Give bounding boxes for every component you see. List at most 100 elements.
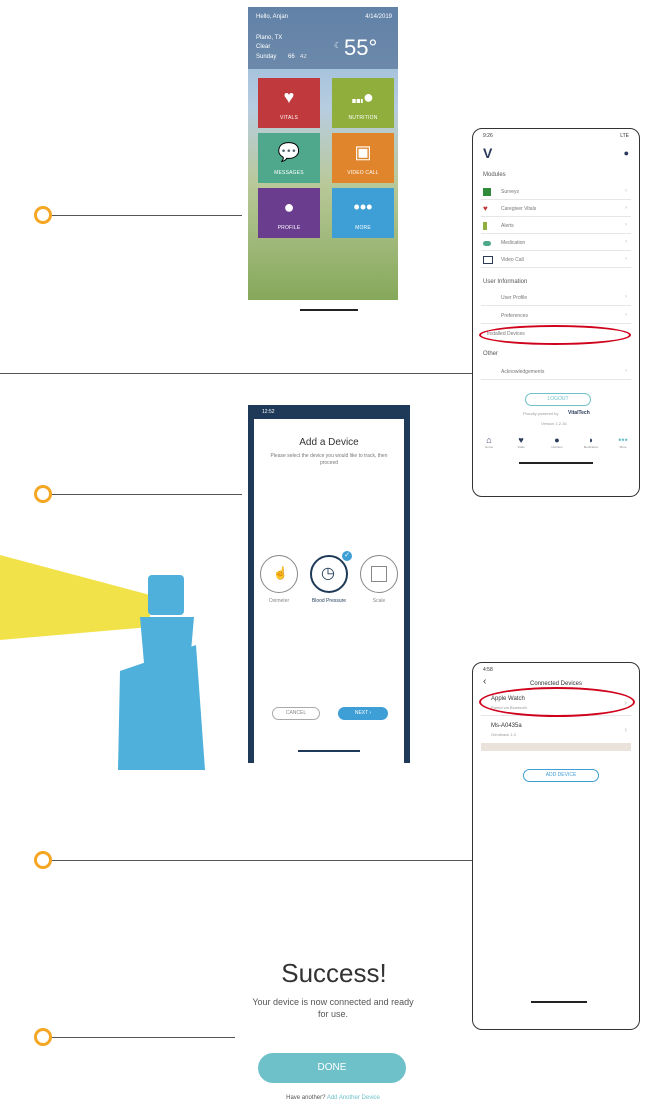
tile-messages[interactable]: 💬 MESSAGES: [258, 133, 320, 183]
menu-item-user-profile[interactable]: User Profile ›: [481, 291, 631, 306]
tile-label: VIDEO CALL: [347, 170, 379, 176]
success-message-line1: Your device is now connected and ready: [252, 997, 414, 1007]
chat-icon[interactable]: ●: [624, 148, 629, 158]
done-button[interactable]: DONE: [258, 1053, 406, 1083]
light-beam: [0, 555, 150, 640]
section-modules: Modules: [483, 172, 506, 178]
device-label: Scale: [372, 598, 386, 604]
home-indicator: [531, 1001, 587, 1003]
dashboard-screen: Hello, Anjan 4/14/2019 Plano, TX Clear S…: [248, 7, 398, 300]
chevron-right-icon: ›: [625, 239, 627, 245]
scale-icon: [371, 566, 387, 582]
connector-line: [52, 494, 242, 495]
blood-pressure-icon: ◷: [321, 565, 335, 582]
pill-icon: ◗: [588, 435, 594, 445]
section-other: Other: [483, 351, 499, 357]
chevron-right-icon: ›: [625, 256, 627, 262]
device-oximeter[interactable]: ☝: [260, 555, 298, 593]
next-button[interactable]: NEXT ›: [338, 707, 388, 720]
connected-devices-screen: 4:58 ‹ Connected Devices Apple Watch Pai…: [472, 662, 640, 1030]
tile-video-call[interactable]: ▣ VIDEO CALL: [332, 133, 394, 183]
brand-name: VitalTech: [568, 410, 590, 416]
tile-nutrition[interactable]: ⑉● NUTRITION: [332, 78, 394, 128]
more-dots-icon: •••: [618, 435, 628, 445]
finger-icon: ☝: [273, 566, 288, 580]
chevron-right-icon: ›: [625, 222, 627, 228]
menu-item-surveys[interactable]: Surveys ›: [481, 185, 631, 200]
menu-item-alerts[interactable]: Alerts ›: [481, 219, 631, 234]
tab-label: More: [619, 445, 627, 449]
menu-item-medication[interactable]: Medication ›: [481, 236, 631, 251]
status-signal: LTE: [620, 133, 629, 139]
tile-label: NUTRITION: [348, 115, 378, 121]
step-marker: [34, 485, 52, 503]
chevron-right-icon: ›: [369, 710, 372, 716]
home-icon: ⌂: [486, 435, 492, 445]
person-icon: ●: [283, 197, 295, 217]
high-temp: 66: [288, 54, 295, 60]
heart-icon: ♥: [518, 435, 524, 445]
menu-item-label: Caregiver Vitals: [501, 206, 537, 212]
status-time: 12:52: [262, 409, 275, 415]
tile-label: PROFILE: [277, 225, 301, 231]
condition: Clear: [256, 44, 271, 50]
menu-item-acknowledgements[interactable]: Acknowledgements ›: [481, 365, 631, 380]
video-call-icon: [483, 256, 493, 264]
plate-cutlery-icon: ●: [554, 435, 560, 445]
step-marker: [34, 1028, 52, 1046]
home-indicator: [300, 309, 358, 311]
tab-vitals[interactable]: ♥ Vitals: [511, 435, 531, 449]
logout-button[interactable]: LOGOUT: [525, 393, 591, 406]
temperature: 55°: [344, 35, 378, 60]
app-logo-icon: V: [483, 145, 493, 161]
tile-more[interactable]: ••• MORE: [332, 188, 394, 238]
menu-item-caregiver-vitals[interactable]: ♥ Caregiver Vitals ›: [481, 202, 631, 217]
tab-home[interactable]: ⌂ Home: [479, 435, 499, 449]
tile-label: VITALS: [279, 115, 299, 121]
device-blood-pressure[interactable]: ◷: [310, 555, 348, 593]
tab-more[interactable]: ••• More: [613, 435, 633, 449]
menu-item-video-call[interactable]: Video Call ›: [481, 253, 631, 268]
step-marker: [34, 851, 52, 869]
tab-label: Vitals: [517, 445, 525, 449]
tab-label: Nutrition: [551, 445, 563, 449]
cancel-button[interactable]: CANCEL: [272, 707, 320, 720]
weather-header: Hello, Anjan 4/14/2019 Plano, TX Clear S…: [248, 7, 398, 69]
moon-icon: ☾: [334, 41, 342, 50]
connector-line: [52, 1037, 235, 1038]
tile-vitals[interactable]: ♥ VITALS: [258, 78, 320, 128]
device-scale[interactable]: [360, 555, 398, 593]
tab-nutrition[interactable]: ● Nutrition: [547, 435, 567, 449]
menu-item-label: Acknowledgements: [501, 369, 545, 375]
add-another-device-link[interactable]: Add Another Device: [327, 1095, 380, 1101]
lamp-cap: [148, 575, 184, 615]
lighthouse-illustration: [0, 555, 205, 770]
step-marker: [34, 206, 52, 224]
connector-line: [0, 373, 472, 374]
tab-medication[interactable]: ◗ Medication: [581, 435, 601, 449]
tower-base: [118, 645, 205, 770]
check-icon: ✓: [342, 551, 352, 561]
connector-line: [52, 860, 472, 861]
menu-item-label: Medication: [501, 240, 526, 246]
low-temp: 42: [300, 54, 307, 60]
tile-profile[interactable]: ● PROFILE: [258, 188, 320, 238]
device-label: Oximeter: [268, 598, 290, 604]
add-device-screen: 12:52 Add a Device Please select the dev…: [248, 405, 410, 763]
menu-item-preferences[interactable]: Preferences ›: [481, 309, 631, 324]
add-another-prompt: Have another? Add Another Device: [228, 1095, 438, 1101]
list-divider: [481, 743, 631, 751]
video-call-icon: ▣: [354, 142, 372, 162]
home-indicator: [298, 750, 360, 752]
tile-label: MORE: [355, 225, 371, 231]
status-time: 9:26: [483, 133, 493, 139]
more-dots-icon: •••: [353, 197, 373, 217]
section-user-information: User Information: [483, 279, 528, 285]
chevron-right-icon: ›: [625, 368, 627, 374]
chevron-right-icon: ›: [625, 205, 627, 211]
add-device-button[interactable]: ADD DEVICE: [523, 769, 599, 782]
device-row-ms-a0435a[interactable]: Ms-A0435a Omnitrack 1.3 ›: [481, 719, 631, 743]
tab-label: Medication: [583, 445, 599, 449]
date: 4/14/2019: [365, 14, 392, 20]
connector-line: [52, 215, 242, 216]
